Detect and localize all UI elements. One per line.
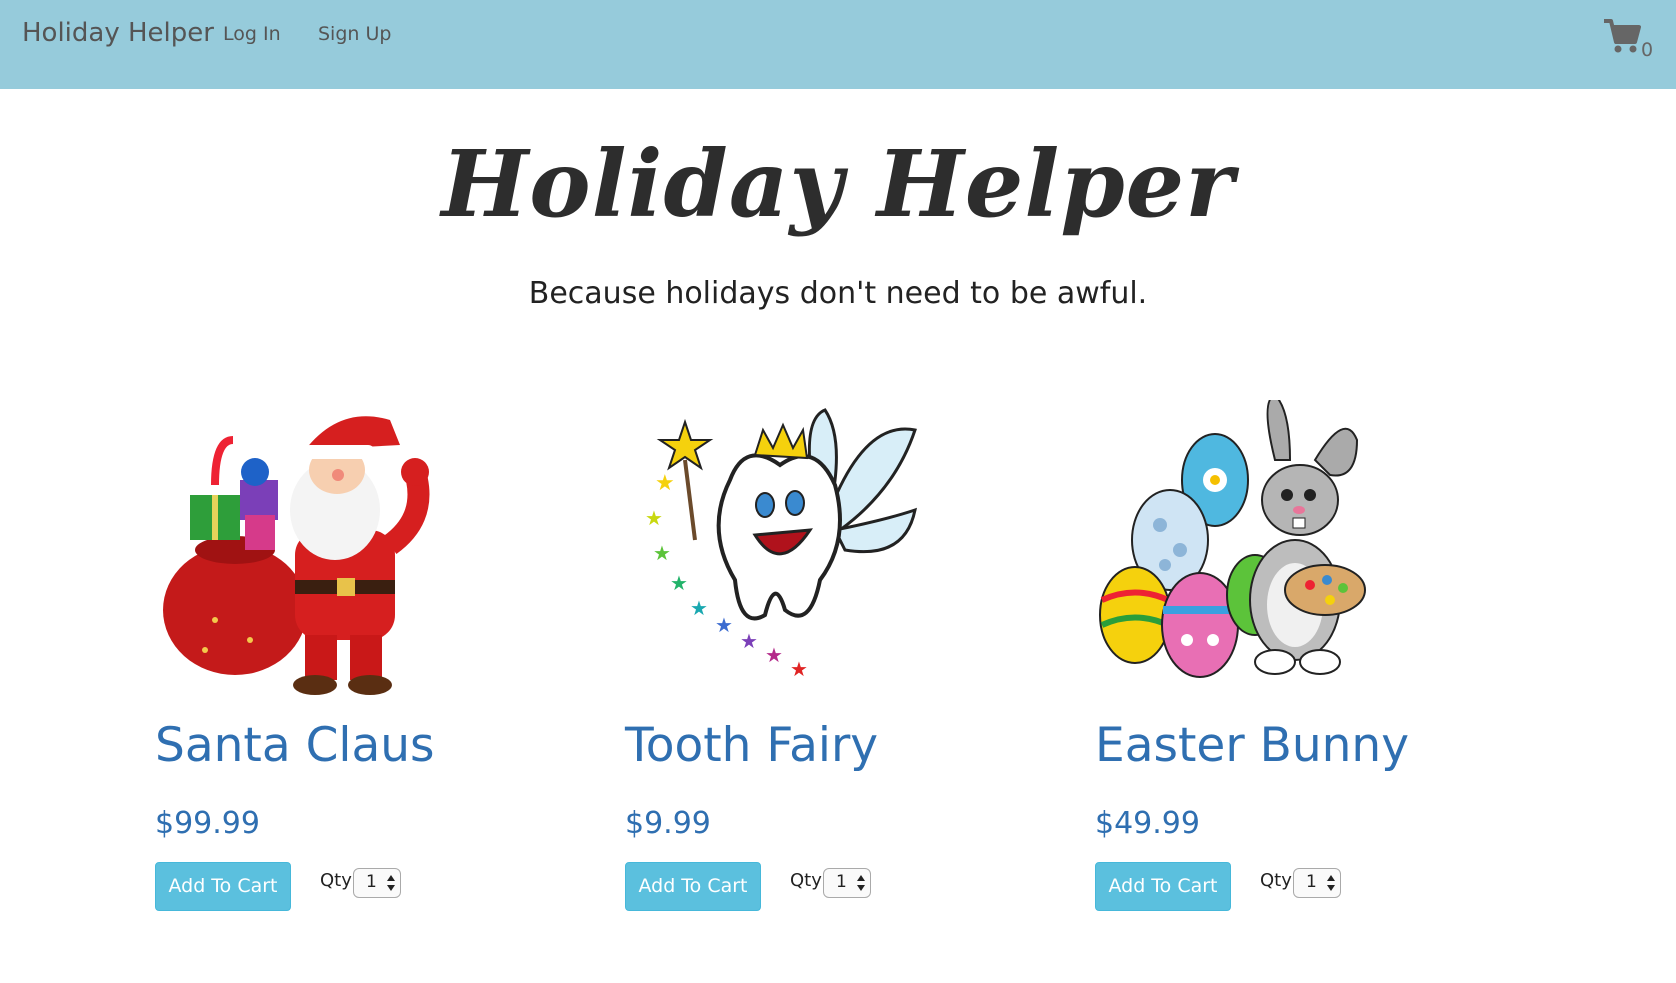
svg-text:★: ★	[655, 471, 675, 496]
qty-label: Qty	[1260, 870, 1292, 891]
qty-select[interactable]: 1	[1293, 868, 1341, 898]
svg-text:★: ★	[715, 613, 733, 637]
page-title: Holiday Helper	[441, 130, 1235, 238]
product-price: $99.99	[155, 806, 260, 841]
login-link[interactable]: Log In	[223, 23, 281, 45]
add-to-cart-button[interactable]: Add To Cart	[155, 862, 291, 911]
svg-text:★: ★	[790, 657, 808, 681]
easter-bunny-image	[1099, 400, 1366, 678]
stepper-arrows-icon	[387, 875, 395, 891]
product-price: $49.99	[1095, 806, 1200, 841]
qty-select[interactable]: 1	[353, 868, 401, 898]
svg-text:★: ★	[740, 629, 758, 653]
product-name[interactable]: Santa Claus	[155, 718, 435, 773]
qty-label: Qty	[320, 870, 352, 891]
signup-link[interactable]: Sign Up	[318, 23, 391, 45]
cart-count: 0	[1641, 39, 1654, 61]
shopping-cart-icon	[1604, 19, 1641, 53]
product-price: $9.99	[625, 806, 711, 841]
qty-value: 1	[1306, 872, 1317, 892]
svg-text:★: ★	[690, 596, 708, 620]
qty-select[interactable]: 1	[823, 868, 871, 898]
page-subtitle: Because holidays don't need to be awful.	[528, 276, 1148, 311]
product-name[interactable]: Easter Bunny	[1095, 718, 1409, 773]
svg-text:★: ★	[670, 571, 688, 595]
product-name[interactable]: Tooth Fairy	[625, 718, 878, 773]
product-card-santa-claus: Santa Claus $99.99 Add To Cart Qty 1	[155, 400, 485, 920]
qty-value: 1	[836, 872, 847, 892]
santa-claus-image	[163, 416, 430, 695]
product-card-easter-bunny: Easter Bunny $49.99 Add To Cart Qty 1	[1095, 400, 1425, 920]
tooth-fairy-image: ★ ★ ★ ★ ★ ★ ★ ★ ★	[645, 408, 917, 681]
brand-link[interactable]: Holiday Helper	[22, 18, 214, 48]
svg-text:★: ★	[645, 506, 663, 530]
stepper-arrows-icon	[857, 875, 865, 891]
svg-text:★: ★	[765, 643, 783, 667]
stepper-arrows-icon	[1327, 875, 1335, 891]
qty-label: Qty	[790, 870, 822, 891]
add-to-cart-button[interactable]: Add To Cart	[1095, 862, 1231, 911]
svg-text:★: ★	[653, 541, 671, 565]
navbar: Holiday Helper Log In Sign Up 0	[0, 0, 1676, 89]
add-to-cart-button[interactable]: Add To Cart	[625, 862, 761, 911]
product-card-tooth-fairy: ★ ★ ★ ★ ★ ★ ★ ★ ★ Tooth Fairy $9.99 Add …	[625, 400, 955, 920]
qty-value: 1	[366, 872, 377, 892]
